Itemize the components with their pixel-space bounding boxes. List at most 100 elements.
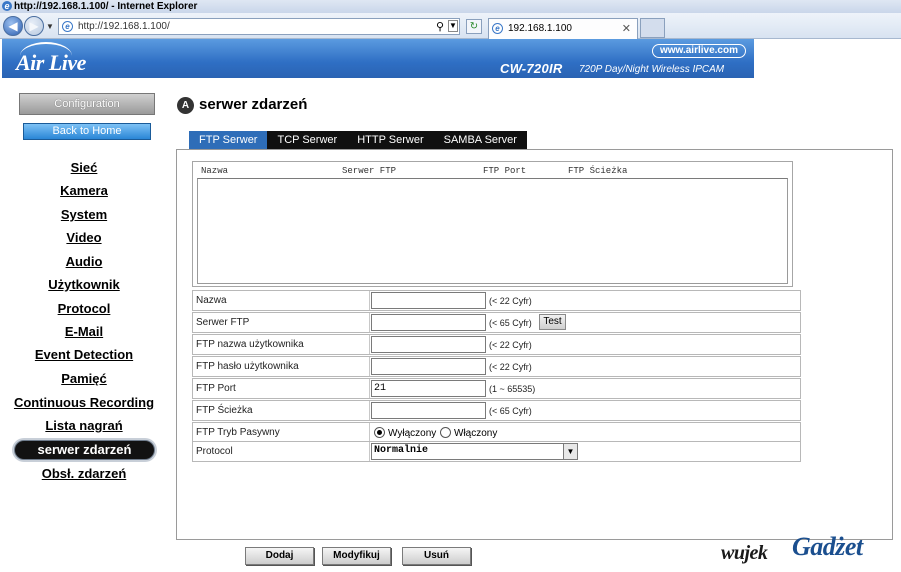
configuration-button[interactable]: Configuration <box>19 93 155 115</box>
form-row-ftp-password: FTP hasło użytkownika (< 22 Cyfr) <box>192 356 801 377</box>
modify-button[interactable]: Modyfikuj <box>322 547 391 565</box>
address-bar[interactable]: e http://192.168.1.100/ <box>58 18 460 35</box>
row-divider <box>369 313 370 332</box>
protocol-select[interactable]: Normalnie ▼ <box>371 443 578 460</box>
sidebar-item-pamiec[interactable]: Pamięć <box>10 371 158 386</box>
row-divider <box>369 401 370 420</box>
page-title: serwer zdarzeń <box>199 96 308 113</box>
watermark-right: Gadżet <box>792 532 863 561</box>
sidebar-item-siec[interactable]: Sieć <box>10 160 158 175</box>
row-divider <box>369 335 370 354</box>
test-button[interactable]: Test <box>539 314 566 330</box>
tab-tcp-serwer[interactable]: TCP Serwer <box>267 131 347 150</box>
sidebar-item-serwer-zdarzen[interactable]: serwer zdarzeń <box>14 440 155 460</box>
radio-passive-off-label: Wyłączony <box>388 428 437 439</box>
close-tab-icon[interactable]: ✕ <box>622 22 631 35</box>
form-row-passive-mode: FTP Tryb Pasywny Wyłączony Włączony <box>192 422 801 443</box>
sidebar-item-audio[interactable]: Audio <box>10 254 158 269</box>
radio-passive-off[interactable] <box>374 427 385 438</box>
new-tab-button[interactable] <box>640 18 665 38</box>
protocol-selected-value: Normalnie <box>374 445 429 456</box>
column-header-serwer-ftp: Serwer FTP <box>342 166 397 176</box>
tab-page-icon: e <box>492 23 503 34</box>
delete-button[interactable]: Usuń <box>402 547 471 565</box>
tab-ftp-serwer[interactable]: FTP Serwer <box>189 131 268 150</box>
refresh-icon[interactable]: ↻ <box>466 19 482 34</box>
hint-ftp-password: (< 22 Cyfr) <box>489 362 532 372</box>
label-nazwa: Nazwa <box>196 295 227 306</box>
watermark-logo: wujek Gadżet <box>721 530 897 568</box>
sidebar-item-video[interactable]: Video <box>10 230 158 245</box>
browser-title-bar: e http://192.168.1.100/ - Internet Explo… <box>0 0 901 13</box>
sidebar-item-continuous-recording[interactable]: Continuous Recording <box>10 395 158 410</box>
sidebar-item-lista-nagran[interactable]: Lista nagrań <box>10 418 158 433</box>
column-header-nazwa: Nazwa <box>201 166 229 176</box>
ie-logo-icon: e <box>2 1 12 11</box>
hint-serwer-ftp: (< 65 Cyfr) <box>489 318 532 328</box>
form-row-serwer-ftp: Serwer FTP (< 65 Cyfr) Test <box>192 312 801 333</box>
address-text: http://192.168.1.100/ <box>78 21 170 32</box>
form-row-ftp-port: FTP Port (1 ~ 65535) <box>192 378 801 399</box>
hint-ftp-path: (< 65 Cyfr) <box>489 406 532 416</box>
browser-tab[interactable]: e 192.168.1.100 ✕ <box>488 18 638 39</box>
ftp-username-input[interactable] <box>371 336 486 353</box>
add-button[interactable]: Dodaj <box>245 547 314 565</box>
sidebar-item-protocol[interactable]: Protocol <box>10 301 158 316</box>
history-dropdown-icon[interactable]: ▼ <box>46 22 54 31</box>
label-protocol: Protocol <box>196 446 233 457</box>
product-model: CW-720IR <box>500 61 563 76</box>
hint-nazwa: (< 22 Cyfr) <box>489 296 532 306</box>
ftp-path-input[interactable] <box>371 402 486 419</box>
label-ftp-password: FTP hasło użytkownika <box>196 361 299 372</box>
sidebar-item-kamera[interactable]: Kamera <box>10 183 158 198</box>
sidebar-item-obsl-zdarzen[interactable]: Obsł. zdarzeń <box>10 466 158 481</box>
camera-header-banner: Air Live www.airlive.com CW-720IR 720P D… <box>2 39 754 78</box>
row-divider <box>369 291 370 310</box>
back-to-home-button[interactable]: Back to Home <box>23 123 151 140</box>
tab-label: 192.168.1.100 <box>508 23 572 34</box>
tab-samba-server[interactable]: SAMBA Server <box>434 131 527 150</box>
label-ftp-path: FTP Ścieżka <box>196 405 253 416</box>
radio-passive-on-label: Włączony <box>454 428 498 439</box>
sidebar-item-event-detection[interactable]: Event Detection <box>10 347 158 362</box>
form-row-protocol: Protocol Normalnie ▼ <box>192 441 801 462</box>
row-divider <box>369 423 370 442</box>
sidebar-item-email[interactable]: E-Mail <box>10 324 158 339</box>
ftp-password-input[interactable] <box>371 358 486 375</box>
row-divider <box>369 379 370 398</box>
label-serwer-ftp: Serwer FTP <box>196 317 250 328</box>
back-arrow-icon[interactable]: ◀ <box>3 16 23 36</box>
label-ftp-user: FTP nazwa użytkownika <box>196 339 304 350</box>
ftp-port-input[interactable] <box>371 380 486 397</box>
column-header-ftp-port: FTP Port <box>483 166 527 176</box>
search-icon[interactable]: ⚲ <box>436 20 444 33</box>
address-dropdown-icon[interactable]: ▼ <box>448 20 458 32</box>
forward-arrow-icon[interactable]: ▶ <box>24 16 44 36</box>
airlive-logo: Air Live <box>16 50 86 75</box>
ftp-server-input[interactable] <box>371 314 486 331</box>
chevron-down-icon[interactable]: ▼ <box>563 444 577 459</box>
browser-toolbar: ◀ ▶ ▼ e http://192.168.1.100/ ⚲ ▼ ↻ e 19… <box>0 13 901 39</box>
browser-title: http://192.168.1.100/ - Internet Explore… <box>14 1 198 12</box>
form-row-ftp-path: FTP Ścieżka (< 65 Cyfr) <box>192 400 801 421</box>
radio-passive-on[interactable] <box>440 427 451 438</box>
name-input[interactable] <box>371 292 486 309</box>
list-header: Nazwa Serwer FTP FTP Port FTP Ścieżka <box>193 166 792 178</box>
form-row-nazwa: Nazwa (< 22 Cyfr) <box>192 290 801 311</box>
tab-http-serwer[interactable]: HTTP Serwer <box>347 131 433 150</box>
column-header-ftp-sciezka: FTP Ścieżka <box>568 166 628 176</box>
form-row-ftp-user: FTP nazwa użytkownika (< 22 Cyfr) <box>192 334 801 355</box>
hint-ftp-user: (< 22 Cyfr) <box>489 340 532 350</box>
row-divider <box>369 442 370 461</box>
hint-ftp-port: (1 ~ 65535) <box>489 384 536 394</box>
watermark-left: wujek <box>721 542 768 564</box>
row-divider <box>369 357 370 376</box>
sidebar-item-uzytkownik[interactable]: Użytkownik <box>10 277 158 292</box>
server-list-box[interactable] <box>197 178 788 284</box>
label-ftp-port: FTP Port <box>196 383 236 394</box>
sidebar-item-system[interactable]: System <box>10 207 158 222</box>
label-passive-mode: FTP Tryb Pasywny <box>196 427 280 438</box>
product-description: 720P Day/Night Wireless IPCAM <box>579 64 725 75</box>
page-title-icon: A <box>177 97 194 114</box>
ftp-server-list: Nazwa Serwer FTP FTP Port FTP Ścieżka <box>192 161 793 287</box>
